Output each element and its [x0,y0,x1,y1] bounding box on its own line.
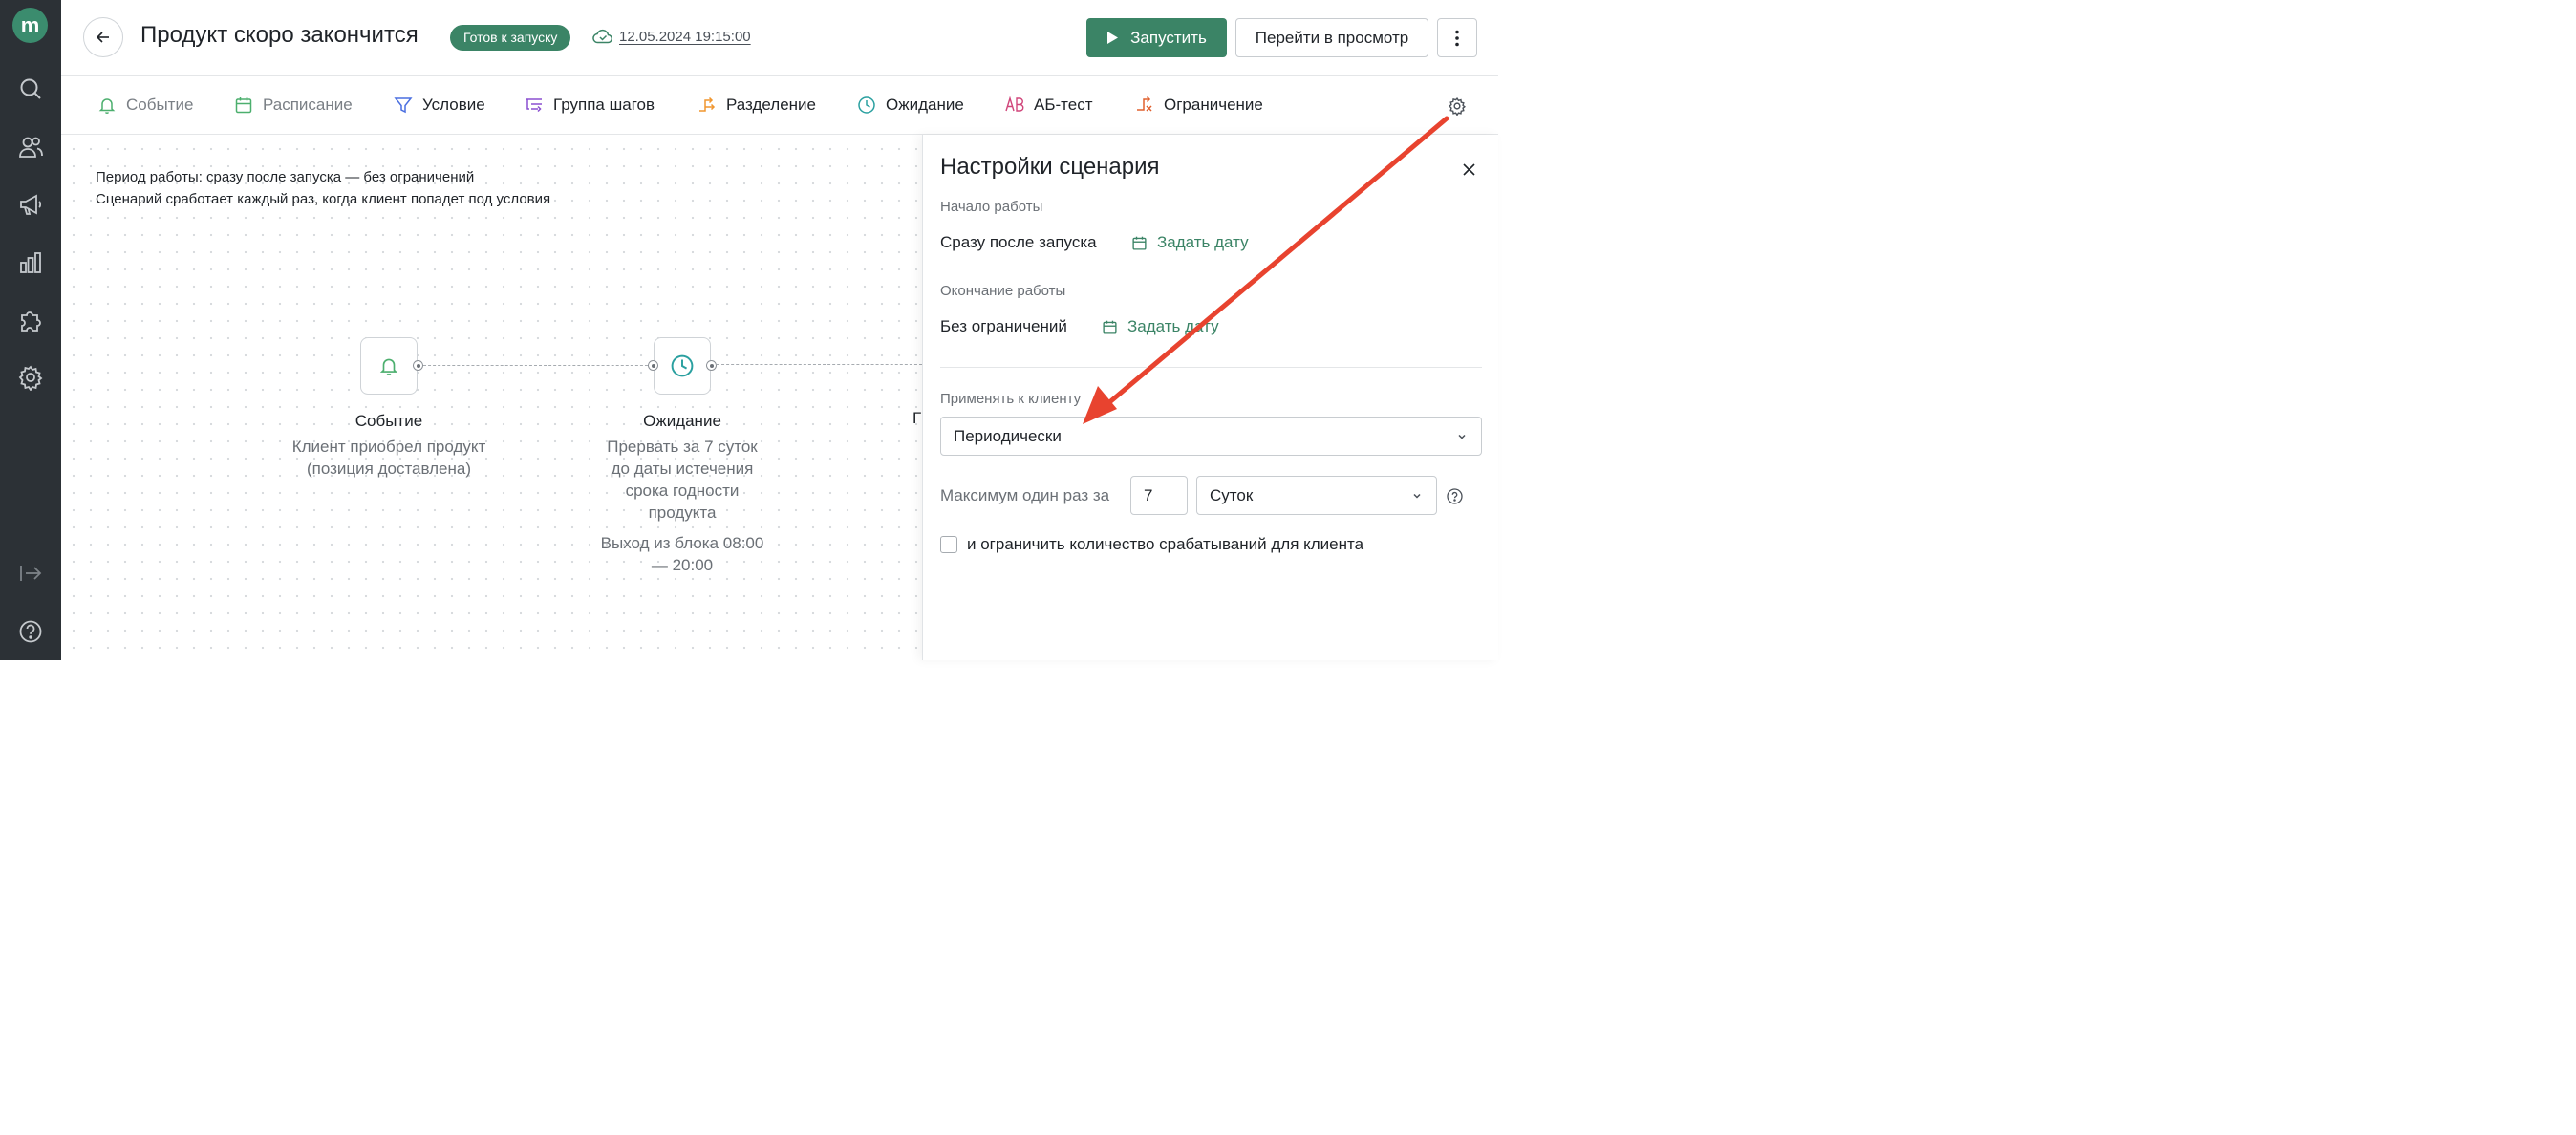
status-badge: Готов к запуску [450,25,571,51]
app-logo[interactable]: m [12,8,48,43]
bar-chart-icon[interactable] [17,249,44,276]
end-label: Окончание работы [940,283,1066,299]
tool-condition[interactable]: Условие [394,94,485,117]
edge-event-wait [423,365,653,366]
more-button[interactable] [1437,18,1477,57]
close-icon[interactable] [1458,159,1479,180]
preview-button[interactable]: Перейти в просмотр [1235,18,1428,57]
wait-node-out-port[interactable] [706,360,717,371]
chevron-down-icon [1458,434,1466,439]
help-icon[interactable] [17,618,44,645]
ab-test-icon [1005,96,1024,112]
toolbar-settings-icon[interactable] [1448,96,1467,117]
tool-limit[interactable]: Ограничение [1135,94,1263,117]
trigger-line: Сценарий сработает каждый раз, когда кли… [96,191,551,207]
bell-icon [98,98,116,115]
tool-event[interactable]: Событие [97,94,193,117]
scenario-settings-panel: Настройки сценария Начало работы Сразу п… [922,135,1498,660]
cloud-check-icon [592,29,612,44]
end-set-date-button[interactable]: Задать дату [1102,317,1219,336]
wait-node[interactable] [654,337,711,395]
save-info[interactable]: 12.05.2024 19:15:00 [592,28,751,45]
tool-steps-group[interactable]: Группа шагов [525,94,655,117]
event-node-title: Событие [354,412,423,430]
calendar-icon [1132,236,1147,250]
search-icon[interactable] [17,75,44,102]
page-title: Продукт скоро закончится [140,22,419,48]
limit-icon [1137,96,1152,112]
run-button[interactable]: Запустить [1086,18,1227,57]
event-node-description: Клиент приобрел продукт (позиция доставл… [291,438,486,478]
split-icon [699,96,716,112]
saved-timestamp[interactable]: 12.05.2024 19:15:00 [619,29,751,45]
tool-ab-test[interactable]: АБ-тест [1005,94,1093,117]
scenario-canvas[interactable]: Период работы: сразу после запуска — без… [61,135,922,660]
puzzle-icon[interactable] [17,307,44,333]
max-once-label: Максимум один раз за [940,486,1110,504]
chevron-down-icon [1413,493,1421,499]
wait-node-exit-window: Выход из блока 08:00 — 20:00 [600,534,764,574]
arrow-left-icon [96,32,109,43]
apply-label: Применять к клиенту [940,391,1082,407]
end-value: Без ограничений [940,317,1067,335]
wait-node-description: Прервать за 7 суток до даты истечения ср… [607,438,758,522]
top-header: Продукт скоро закончится Готов к запуску… [61,0,1498,76]
more-vertical-icon [1455,30,1459,46]
tool-schedule[interactable]: Расписание [234,94,353,117]
filter-icon [394,97,413,114]
apply-select[interactable]: Периодически [940,417,1482,456]
gear-icon[interactable] [17,364,44,391]
start-set-date-button[interactable]: Задать дату [1131,233,1249,252]
collapse-icon[interactable] [17,560,44,587]
wait-node-in-port[interactable] [648,360,658,371]
panel-divider [940,367,1482,368]
period-info: Период работы: сразу после запуска — без… [96,166,550,210]
panel-title: Настройки сценария [940,154,1160,180]
play-icon [1107,32,1119,44]
start-label: Начало работы [940,199,1043,215]
max-once-unit-select[interactable]: Суток [1196,476,1437,515]
wait-node-title: Ожидание [643,412,721,430]
limit-triggers-label[interactable]: и ограничить количество срабатываний для… [967,535,1363,554]
limit-triggers-checkbox[interactable] [940,536,957,553]
wait-node-text: Ожидание Прервать за 7 суток до даты ист… [596,410,768,576]
megaphone-icon[interactable] [17,191,44,218]
users-icon[interactable] [17,134,44,161]
event-node-text: Событие Клиент приобрел продукт (позиция… [265,410,513,480]
period-line: Период работы: сразу после запуска — без… [96,169,475,185]
max-once-number-input[interactable]: 7 [1130,476,1188,515]
tool-wait[interactable]: Ожидание [857,94,964,117]
partial-node-title: Г [912,409,922,427]
event-node[interactable] [360,337,418,395]
steps-group-icon [526,98,542,113]
clock-icon [858,96,875,114]
bell-icon [379,358,398,375]
tool-split[interactable]: Разделение [698,94,816,117]
edge-wait-next [717,364,922,365]
calendar-icon [235,97,252,114]
calendar-icon [1103,320,1117,334]
clock-icon [671,354,694,377]
step-toolbar: Событие Расписание Условие Группа шагов … [61,76,1498,135]
left-sidebar: m [0,0,61,660]
help-icon[interactable] [1447,488,1463,504]
event-node-out-port[interactable] [413,360,423,371]
start-value: Сразу после запуска [940,233,1097,251]
back-button[interactable] [83,17,123,57]
